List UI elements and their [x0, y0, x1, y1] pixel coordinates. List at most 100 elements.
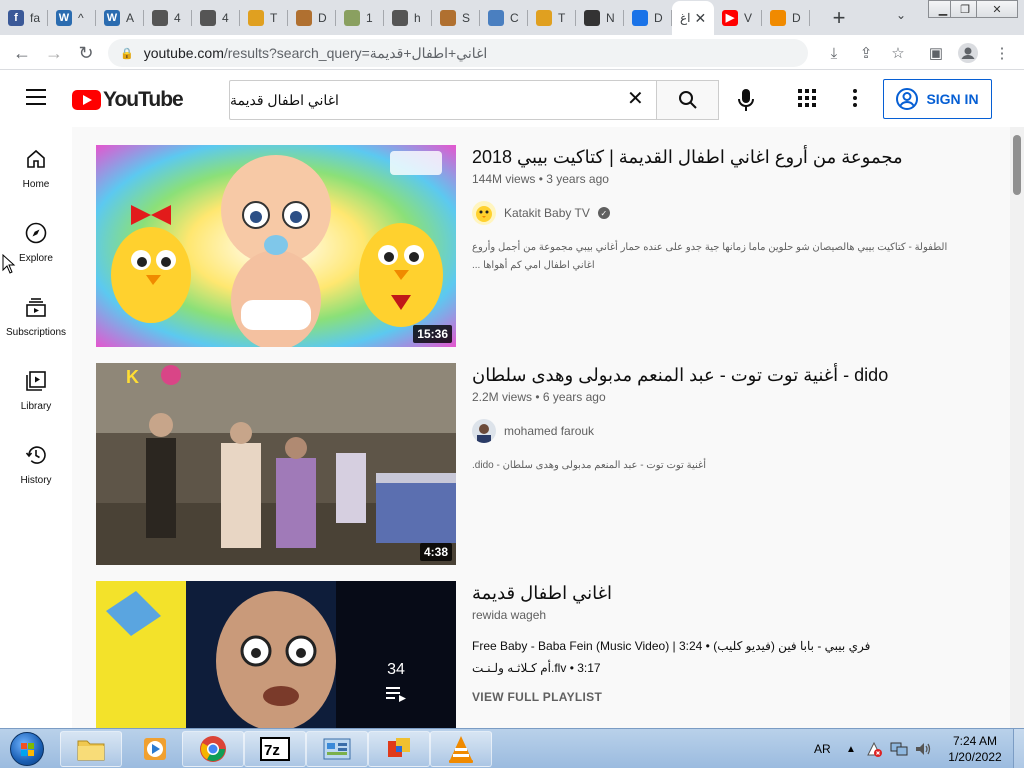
tab-b-10[interactable]: C	[480, 1, 528, 35]
tab-b-6[interactable]: D	[288, 1, 336, 35]
taskbar-explorer[interactable]	[60, 731, 122, 767]
reload-button[interactable]: ↻	[74, 41, 98, 65]
taskbar-7zip[interactable]: 7z	[244, 731, 306, 767]
tab-favicon-icon: W	[104, 9, 120, 26]
tab-b-13[interactable]: D	[624, 1, 672, 35]
playlist-track[interactable]: Free Baby - Baba Fein (Music Video) | فر…	[472, 639, 870, 653]
guide-item-home[interactable]: Home	[0, 127, 72, 201]
youtube-logo[interactable]: YouTube	[72, 88, 184, 112]
windows-logo-icon	[10, 732, 44, 766]
tab-search-icon[interactable]: ⌄	[896, 8, 906, 22]
tab-b-4[interactable]: 4	[192, 1, 240, 35]
library-icon	[24, 369, 48, 393]
playlist-channel[interactable]: rewida wageh	[472, 608, 546, 622]
tab-b-7[interactable]: 1	[336, 1, 384, 35]
start-button[interactable]	[2, 730, 52, 768]
playlist-result: 34 اغاني اطفال قديمة rewida wageh Free B…	[96, 581, 996, 728]
tab-favicon-icon	[296, 9, 312, 26]
language-indicator[interactable]: AR	[814, 729, 831, 768]
tab-b-11[interactable]: T	[528, 1, 576, 35]
close-tab-icon[interactable]: ✕	[695, 10, 707, 27]
bookmark-star-icon[interactable]: ☆	[888, 43, 908, 63]
tab-b-3[interactable]: 4	[144, 1, 192, 35]
playlist-thumbnail[interactable]: 34	[96, 581, 456, 728]
new-tab-button[interactable]: +	[824, 5, 854, 31]
sign-in-button[interactable]: SIGN IN	[883, 79, 992, 119]
browser-menu-icon[interactable]: ⋮	[992, 43, 1012, 63]
side-panel-icon[interactable]: ▣	[926, 43, 946, 63]
taskbar-media-player[interactable]	[124, 731, 186, 767]
page-scrollbar[interactable]	[1010, 127, 1024, 728]
tab-b-9[interactable]: S	[432, 1, 480, 35]
tab-a-0[interactable]: ▶ V	[714, 1, 762, 35]
windows-taskbar: 7z AR ▲ 7:24 AM 1/20/2022	[0, 728, 1024, 768]
guide-menu-button[interactable]	[26, 89, 46, 107]
forward-button[interactable]: →	[42, 41, 66, 65]
tab-b-5[interactable]: T	[240, 1, 288, 35]
channel-name[interactable]: Katakit Baby TV	[504, 206, 590, 220]
tab-b-8[interactable]: h	[384, 1, 432, 35]
clear-search-icon[interactable]: ✕	[627, 86, 644, 111]
home-icon	[24, 147, 48, 171]
tab-favicon-icon	[152, 9, 168, 26]
tab-a-1[interactable]: D	[762, 1, 810, 35]
guide-label: History	[20, 475, 52, 486]
playlist-track[interactable]: أم كـلاثـه ولـنـت.flv • 3:17	[472, 661, 601, 675]
install-app-icon[interactable]: ⤓	[824, 43, 844, 63]
video-result: 15:36 مجموعة من أروع اغاني اطفال القديمة…	[96, 145, 996, 347]
video-thumbnail[interactable]: K 4:38	[96, 363, 456, 565]
taskbar-office[interactable]	[368, 731, 430, 767]
volume-icon[interactable]	[914, 729, 932, 768]
settings-menu-icon[interactable]	[853, 89, 857, 107]
tab-favicon-icon: ▶	[722, 9, 738, 26]
share-icon[interactable]: ⇪	[856, 43, 876, 63]
video-title[interactable]: أغنية توت توت - عبد المنعم مدبولى وهدى س…	[472, 365, 888, 386]
tab-title: fa	[30, 10, 41, 25]
action-center-icon[interactable]	[866, 729, 882, 768]
youtube-logo-text: YouTube	[103, 88, 184, 111]
channel-info[interactable]: Katakit Baby TV ✓	[472, 201, 610, 225]
channel-avatar[interactable]	[472, 419, 496, 443]
back-button[interactable]: ←	[10, 41, 34, 65]
taskbar-vlc[interactable]	[430, 731, 492, 767]
system-clock[interactable]: 7:24 AM 1/20/2022	[940, 733, 1010, 765]
view-full-playlist-link[interactable]: VIEW FULL PLAYLIST	[472, 690, 602, 704]
profile-icon[interactable]	[958, 43, 978, 63]
tab-b-12[interactable]: N	[576, 1, 624, 35]
guide-item-history[interactable]: History	[0, 423, 72, 497]
url-host: youtube.com	[143, 45, 224, 61]
view-count: 144M views	[472, 172, 536, 186]
address-bar[interactable]: 🔒 youtube.com /results?search_query=اغان…	[108, 39, 808, 67]
guide-item-library[interactable]: Library	[0, 349, 72, 423]
tab-b-0[interactable]: f fa	[0, 1, 48, 35]
guide-label: Explore	[19, 253, 53, 264]
verified-badge-icon: ✓	[597, 207, 610, 219]
channel-avatar[interactable]	[472, 201, 496, 225]
voice-search-button[interactable]	[735, 87, 757, 113]
guide-item-subscriptions[interactable]: Subscriptions	[0, 275, 72, 349]
search-button[interactable]	[656, 80, 719, 120]
apps-grid-icon[interactable]	[798, 89, 816, 107]
channel-name[interactable]: mohamed farouk	[504, 424, 594, 438]
track-title: أم كـلاثـه ولـنـت.flv	[472, 661, 567, 675]
close-window-button[interactable]: ✕	[976, 0, 1018, 18]
taskbar-app[interactable]	[306, 731, 368, 767]
tab-title: 4	[222, 10, 229, 25]
playlist-title[interactable]: اغاني اطفال قديمة	[472, 583, 612, 604]
channel-info[interactable]: mohamed farouk	[472, 419, 594, 443]
search-input[interactable]: اغاني اطفال قديمة	[229, 80, 657, 120]
microphone-icon	[738, 89, 754, 111]
video-thumbnail[interactable]: 15:36	[96, 145, 456, 347]
tab-favicon-icon	[632, 9, 648, 26]
network-icon[interactable]	[890, 729, 908, 768]
tab-active[interactable]: اغ ✕	[672, 1, 714, 35]
taskbar-chrome[interactable]	[182, 731, 244, 767]
video-title[interactable]: مجموعة من أروع اغاني اطفال القديمة | كتا…	[472, 147, 903, 168]
show-desktop-button[interactable]	[1013, 729, 1024, 768]
control-panel-icon	[323, 738, 351, 760]
scrollbar-thumb[interactable]	[1013, 135, 1021, 195]
tab-b-1[interactable]: W ^	[48, 1, 96, 35]
show-hidden-icons[interactable]: ▲	[846, 729, 856, 768]
tab-favicon-icon: W	[56, 9, 72, 26]
tab-b-2[interactable]: WA	[96, 1, 144, 35]
